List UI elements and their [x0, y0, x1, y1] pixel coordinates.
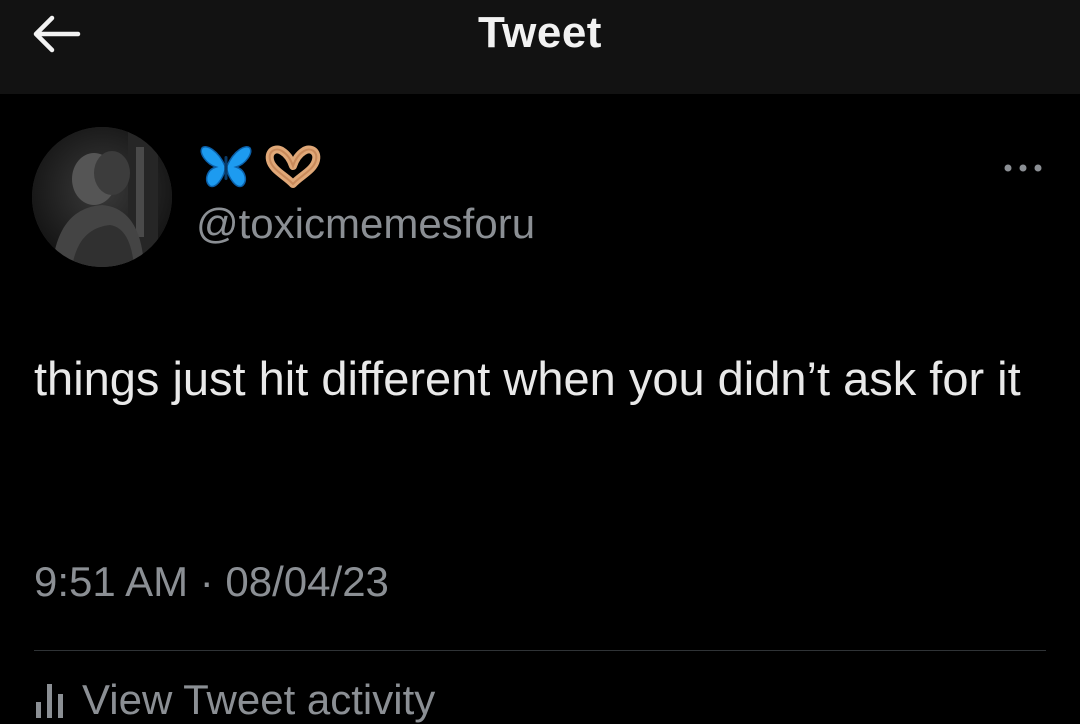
more-options-button[interactable]: [998, 150, 1048, 186]
divider: [34, 650, 1046, 651]
top-bar: Tweet: [0, 0, 1080, 94]
display-name[interactable]: [200, 142, 322, 192]
avatar-image: [32, 127, 172, 267]
avatar[interactable]: [32, 127, 172, 267]
author-handle[interactable]: @toxicmemesforu: [196, 200, 535, 248]
activity-label: View Tweet activity: [82, 676, 436, 723]
tweet-text: things just hit different when you didn’…: [34, 352, 1021, 405]
analytics-icon: [36, 684, 63, 718]
page-title: Tweet: [478, 8, 602, 57]
butterfly-emoji-icon: [200, 146, 252, 188]
heart-hands-emoji-icon: [265, 145, 321, 188]
view-tweet-activity-link[interactable]: View Tweet activity: [34, 676, 436, 723]
more-dots-icon: [1004, 164, 1042, 172]
tweet-timestamp[interactable]: 9:51 AM · 08/04/23: [34, 558, 389, 606]
